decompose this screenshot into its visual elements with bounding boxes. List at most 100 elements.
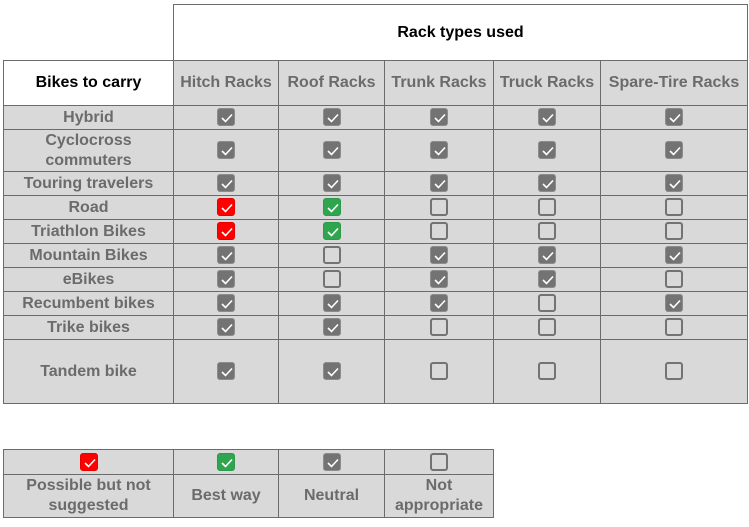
rack-cell	[278, 219, 385, 244]
legend-icon-cell	[384, 449, 494, 475]
rack-cell	[493, 105, 601, 130]
checkbox-neutral-icon[interactable]	[322, 141, 341, 160]
rack-cell	[493, 339, 601, 404]
checkbox-neutral-icon[interactable]	[538, 174, 556, 193]
checkbox-neutral-icon[interactable]	[217, 318, 235, 337]
checkbox-best-icon[interactable]	[322, 222, 341, 241]
checkbox-neutral-icon[interactable]	[217, 141, 235, 160]
column-header: Roof Racks	[278, 60, 385, 106]
checkbox-neutral-icon[interactable]	[665, 246, 683, 265]
table-row: Hybrid	[3, 105, 748, 130]
checkbox-neutral-icon[interactable]	[217, 270, 235, 289]
bike-name: Trike bikes	[3, 315, 174, 340]
rack-cell	[278, 315, 385, 340]
rack-cell	[278, 339, 385, 404]
checkbox-neutral-icon[interactable]	[322, 174, 341, 193]
rack-cell	[384, 105, 494, 130]
checkbox-neutral-icon[interactable]	[217, 108, 235, 127]
bike-name: Tandem bike	[3, 339, 174, 404]
table-row: Touring travelers	[3, 171, 748, 196]
table-row: Road	[3, 195, 748, 220]
checkbox-neutral-icon[interactable]	[538, 141, 556, 160]
checkbox-possible-icon[interactable]	[217, 222, 235, 241]
rack-cell	[173, 243, 279, 268]
checkbox-none-icon[interactable]	[538, 318, 556, 337]
checkbox-neutral-icon[interactable]	[538, 108, 556, 127]
table-row: Trike bikes	[3, 315, 748, 340]
checkbox-possible-icon	[79, 452, 98, 471]
checkbox-best-icon[interactable]	[322, 198, 341, 217]
row-header: Bikes to carry	[3, 60, 174, 106]
checkbox-neutral-icon[interactable]	[430, 294, 448, 313]
table-row: Mountain Bikes	[3, 243, 748, 268]
rack-cell	[173, 315, 279, 340]
checkbox-neutral-icon[interactable]	[430, 174, 448, 193]
rack-cell	[173, 219, 279, 244]
checkbox-neutral-icon[interactable]	[430, 108, 448, 127]
rack-cell	[384, 129, 494, 172]
checkbox-none-icon[interactable]	[665, 222, 683, 241]
checkbox-none-icon[interactable]	[430, 362, 448, 381]
checkbox-none-icon[interactable]	[665, 318, 683, 337]
bike-name: Road	[3, 195, 174, 220]
rack-cell	[173, 129, 279, 172]
rack-cell	[600, 129, 748, 172]
checkbox-none-icon[interactable]	[665, 270, 683, 289]
checkbox-neutral-icon[interactable]	[322, 108, 341, 127]
checkbox-neutral-icon[interactable]	[665, 174, 683, 193]
group-header: Rack types used	[173, 4, 748, 61]
rack-cell	[384, 243, 494, 268]
rack-cell	[493, 315, 601, 340]
bike-name: Touring travelers	[3, 171, 174, 196]
rack-cell	[278, 267, 385, 292]
checkbox-neutral-icon	[322, 452, 341, 471]
checkbox-neutral-icon[interactable]	[665, 108, 683, 127]
checkbox-none-icon[interactable]	[322, 270, 341, 289]
checkbox-none-icon[interactable]	[538, 198, 556, 217]
checkbox-neutral-icon[interactable]	[430, 270, 448, 289]
column-header: Trunk Racks	[384, 60, 494, 106]
checkbox-none-icon[interactable]	[430, 198, 448, 217]
checkbox-neutral-icon[interactable]	[322, 294, 341, 313]
checkbox-none-icon[interactable]	[665, 362, 683, 381]
checkbox-neutral-icon[interactable]	[665, 294, 683, 313]
table-row: Tandem bike	[3, 339, 748, 404]
rack-cell	[600, 195, 748, 220]
checkbox-neutral-icon[interactable]	[430, 246, 448, 265]
rack-cell	[493, 291, 601, 316]
rack-cell	[173, 171, 279, 196]
checkbox-none-icon[interactable]	[430, 222, 448, 241]
checkbox-neutral-icon[interactable]	[217, 246, 235, 265]
rack-cell	[384, 267, 494, 292]
column-header: Hitch Racks	[173, 60, 279, 106]
checkbox-neutral-icon[interactable]	[217, 294, 235, 313]
rack-cell	[600, 267, 748, 292]
checkbox-neutral-icon[interactable]	[538, 270, 556, 289]
rack-cell	[278, 195, 385, 220]
checkbox-neutral-icon[interactable]	[430, 141, 448, 160]
checkbox-none-icon[interactable]	[538, 294, 556, 313]
checkbox-none-icon[interactable]	[665, 198, 683, 217]
rack-cell	[278, 171, 385, 196]
checkbox-neutral-icon[interactable]	[538, 246, 556, 265]
rack-cell	[600, 339, 748, 404]
checkbox-none-icon[interactable]	[538, 362, 556, 381]
bike-name: eBikes	[3, 267, 174, 292]
rack-cell	[600, 171, 748, 196]
rack-cell	[600, 315, 748, 340]
checkbox-none-icon[interactable]	[430, 318, 448, 337]
legend-icon-cell	[3, 449, 174, 475]
checkbox-neutral-icon[interactable]	[322, 318, 341, 337]
rack-cell	[384, 315, 494, 340]
checkbox-best-icon	[217, 452, 235, 471]
checkbox-neutral-icon[interactable]	[665, 141, 683, 160]
checkbox-none-icon[interactable]	[322, 246, 341, 265]
legend-label: Possible but not suggested	[3, 474, 174, 518]
checkbox-possible-icon[interactable]	[217, 198, 235, 217]
bike-name: Hybrid	[3, 105, 174, 130]
checkbox-neutral-icon[interactable]	[217, 362, 235, 381]
checkbox-neutral-icon[interactable]	[322, 362, 341, 381]
checkbox-neutral-icon[interactable]	[217, 174, 235, 193]
checkbox-none-icon[interactable]	[538, 222, 556, 241]
legend-label: Not appropriate	[384, 474, 494, 518]
